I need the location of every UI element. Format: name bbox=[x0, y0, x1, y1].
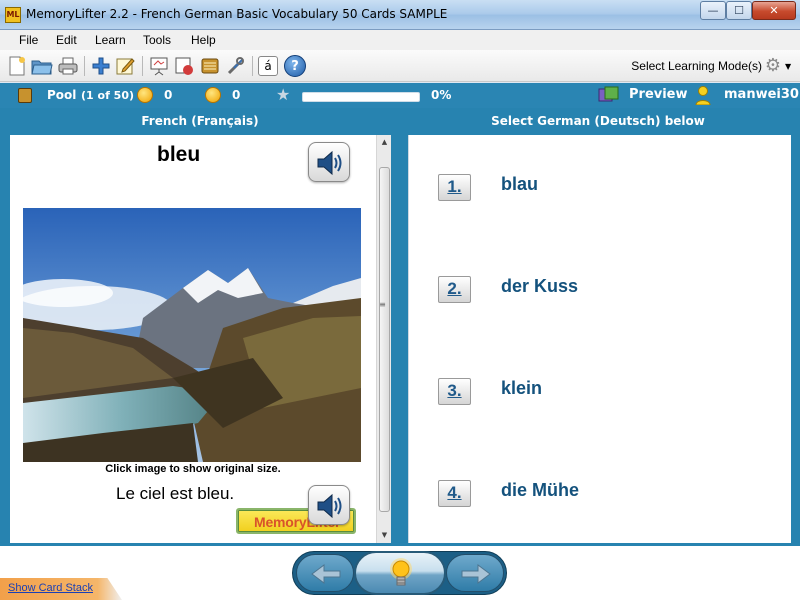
question-word: bleu bbox=[157, 143, 201, 166]
answer-4-button[interactable]: 4. bbox=[438, 480, 471, 507]
speaker-icon bbox=[317, 150, 342, 176]
app-icon: ML bbox=[5, 7, 21, 23]
show-card-stack-link[interactable]: Show Card Stack bbox=[8, 582, 93, 594]
play-word-audio-button[interactable] bbox=[308, 142, 350, 182]
print-icon[interactable] bbox=[57, 55, 79, 77]
title-bar: ML MemoryLifter 2.2 - French German Basi… bbox=[0, 0, 800, 30]
answer-2-text[interactable]: der Kuss bbox=[501, 276, 578, 297]
example-sentence: Le ciel est bleu. bbox=[116, 484, 235, 503]
answer-header: Select German (Deutsch) below bbox=[491, 114, 705, 128]
progress-bar bbox=[302, 92, 420, 102]
maximize-button[interactable]: ☐ bbox=[726, 1, 752, 20]
question-scrollbar[interactable]: ▲ ≡ ▼ bbox=[376, 135, 391, 543]
arrow-right-icon bbox=[461, 564, 491, 584]
preview-button[interactable]: Preview bbox=[629, 87, 688, 102]
chevron-down-icon[interactable]: ▼ bbox=[785, 62, 791, 71]
play-sentence-audio-button[interactable] bbox=[308, 485, 350, 525]
correct-count: 0 bbox=[164, 88, 173, 102]
answer-2-button[interactable]: 2. bbox=[438, 276, 471, 303]
scroll-up-arrow[interactable]: ▲ bbox=[377, 135, 392, 150]
scroll-thumb[interactable] bbox=[379, 167, 390, 512]
close-button[interactable]: ✕ bbox=[752, 1, 796, 20]
window-title: MemoryLifter 2.2 - French German Basic V… bbox=[26, 7, 448, 21]
user-name: manwei30 bbox=[724, 87, 799, 102]
tools-icon[interactable] bbox=[225, 55, 247, 77]
answer-3-text[interactable]: klein bbox=[501, 378, 542, 399]
select-learning-mode-label[interactable]: Select Learning Mode(s) bbox=[631, 59, 762, 73]
answer-3-button[interactable]: 3. bbox=[438, 378, 471, 405]
menu-help[interactable]: Help bbox=[191, 33, 216, 47]
menu-bar: File Edit Learn Tools Help bbox=[0, 30, 800, 50]
print-cards-icon[interactable] bbox=[173, 55, 195, 77]
scroll-grip-icon: ≡ bbox=[379, 300, 386, 309]
menu-edit[interactable]: Edit bbox=[56, 33, 77, 47]
presentation-icon[interactable] bbox=[148, 55, 170, 77]
next-button[interactable] bbox=[446, 554, 504, 592]
edit-card-icon[interactable] bbox=[115, 55, 137, 77]
pool-count: (1 of 50) bbox=[81, 89, 135, 102]
toolbar-separator bbox=[84, 56, 85, 76]
lightbulb-icon bbox=[390, 558, 412, 586]
preview-icon[interactable] bbox=[598, 86, 620, 104]
speaker-icon bbox=[317, 493, 342, 519]
answer-4-text[interactable]: die Mühe bbox=[501, 480, 579, 501]
answer-1-text[interactable]: blau bbox=[501, 174, 538, 195]
mountain-lake-photo[interactable] bbox=[23, 208, 361, 462]
toolbar: á ? Select Learning Mode(s) bbox=[0, 50, 800, 82]
add-card-icon[interactable] bbox=[90, 55, 112, 77]
hint-button[interactable] bbox=[354, 551, 446, 595]
menu-file[interactable]: File bbox=[19, 33, 38, 47]
toolbar-separator bbox=[252, 56, 253, 76]
star-icon: ★ bbox=[276, 85, 291, 104]
help-icon[interactable]: ? bbox=[284, 55, 306, 77]
progress-label: 0% bbox=[431, 88, 452, 102]
question-header: French (Français) bbox=[141, 114, 259, 128]
card-box-icon bbox=[18, 88, 32, 103]
image-hint: Click image to show original size. bbox=[105, 463, 281, 475]
smile-icon bbox=[137, 87, 153, 103]
status-bar: Pool (1 of 50) 0 0 ★ 0% Preview manwei30 bbox=[0, 83, 800, 108]
previous-button[interactable] bbox=[296, 554, 354, 592]
pool-label: Pool bbox=[47, 88, 77, 102]
menu-learn[interactable]: Learn bbox=[95, 33, 126, 47]
scroll-down-arrow[interactable]: ▼ bbox=[377, 528, 392, 543]
special-char-icon[interactable]: á bbox=[258, 56, 278, 76]
new-document-icon[interactable] bbox=[6, 55, 28, 77]
user-icon bbox=[695, 86, 711, 106]
card-box-icon[interactable] bbox=[199, 55, 221, 77]
arrow-left-icon bbox=[311, 564, 341, 584]
menu-tools[interactable]: Tools bbox=[143, 33, 171, 47]
wrong-count: 0 bbox=[232, 88, 241, 102]
minimize-button[interactable]: — bbox=[700, 1, 726, 20]
toolbar-separator bbox=[142, 56, 143, 76]
answer-1-button[interactable]: 1. bbox=[438, 174, 471, 201]
open-folder-icon[interactable] bbox=[31, 55, 53, 77]
clock-smile-icon bbox=[205, 87, 221, 103]
gear-icon[interactable]: ⚙ bbox=[762, 55, 784, 77]
